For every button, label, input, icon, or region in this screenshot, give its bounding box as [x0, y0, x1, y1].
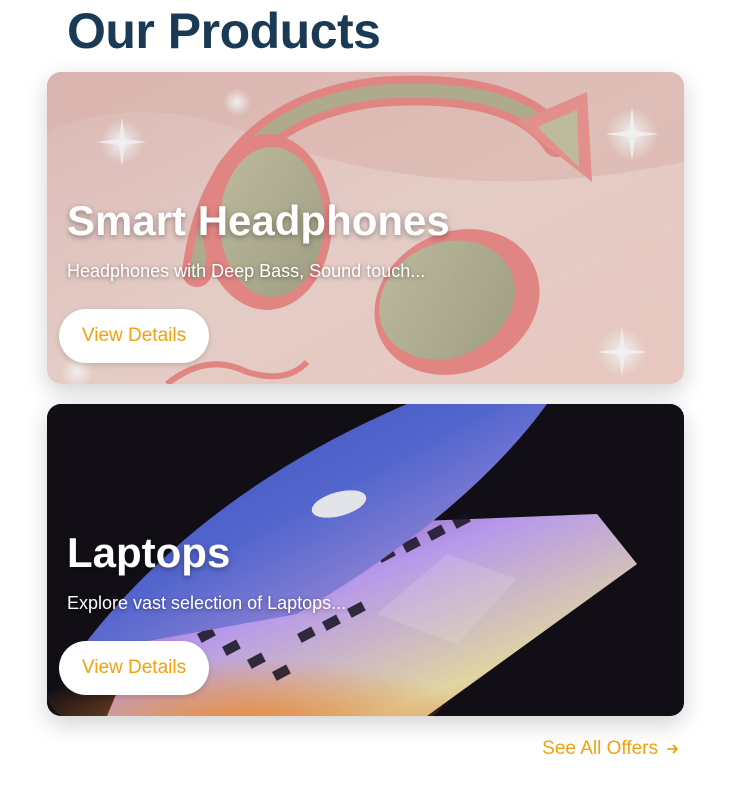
product-title: Laptops	[67, 529, 231, 576]
product-card-laptops[interactable]: Laptops Explore vast selection of Laptop…	[47, 404, 684, 716]
page-title: Our Products	[67, 3, 381, 59]
see-all-offers-link[interactable]: See All Offers	[542, 738, 680, 760]
see-all-offers-label: See All Offers	[542, 738, 658, 759]
arrow-right-icon	[667, 744, 678, 754]
view-details-button[interactable]: View Details	[59, 641, 209, 695]
view-details-button[interactable]: View Details	[59, 309, 209, 363]
product-title: Smart Headphones	[67, 197, 450, 244]
products-page: Our Products Smart Headphones Headphones…	[0, 0, 736, 788]
product-description: Headphones with Deep Bass, Sound touch..…	[67, 261, 426, 281]
product-description: Explore vast selection of Laptops...	[67, 593, 347, 613]
product-card-headphones[interactable]: Smart Headphones Headphones with Deep Ba…	[47, 72, 684, 384]
